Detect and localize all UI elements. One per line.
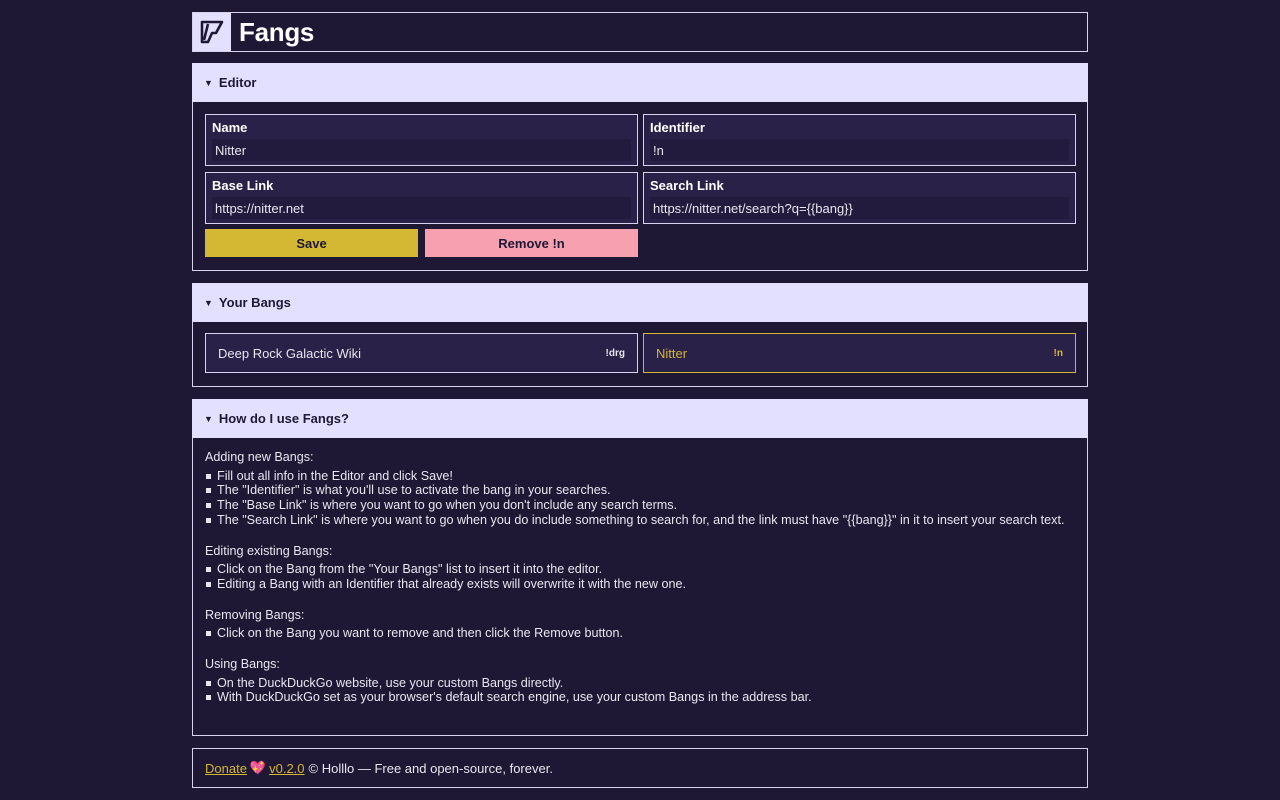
search-link-input[interactable]	[650, 197, 1069, 219]
editor-panel: ▼ Editor Name Identifier Base Link Searc…	[192, 63, 1088, 271]
howto-body: Adding new Bangs: Fill out all info in t…	[192, 438, 1088, 736]
howto-section-adding: Adding new Bangs: Fill out all info in t…	[205, 450, 1075, 528]
bang-item-drg[interactable]: Deep Rock Galactic Wiki !drg	[205, 333, 638, 373]
list-item: Click on the Bang you want to remove and…	[205, 626, 1075, 641]
donate-link[interactable]: Donate	[205, 761, 247, 776]
bangs-toggle[interactable]: ▼ Your Bangs	[192, 283, 1088, 322]
identifier-field: Identifier	[643, 114, 1076, 166]
version-link[interactable]: v0.2.0	[269, 761, 304, 776]
list-item: The "Search Link" is where you want to g…	[205, 513, 1075, 528]
editor-heading: Editor	[218, 75, 257, 90]
howto-section-removing: Removing Bangs: Click on the Bang you wa…	[205, 608, 1075, 641]
howto-heading: How do I use Fangs?	[218, 411, 349, 426]
section-title: Removing Bangs:	[205, 607, 305, 622]
search-link-field: Search Link	[643, 172, 1076, 224]
bang-name: Deep Rock Galactic Wiki	[218, 345, 362, 361]
list-item: On the DuckDuckGo website, use your cust…	[205, 676, 1075, 691]
caret-down-icon: ▼	[204, 413, 213, 424]
base-link-label: Base Link	[212, 178, 274, 193]
base-link-field: Base Link	[205, 172, 638, 224]
identifier-input[interactable]	[650, 139, 1069, 161]
caret-down-icon: ▼	[204, 297, 213, 308]
app-footer: Donate 💖 v0.2.0 © Holllo — Free and open…	[192, 748, 1088, 788]
bangs-body: Deep Rock Galactic Wiki !drg Nitter !n	[192, 322, 1088, 387]
section-title: Editing existing Bangs:	[205, 543, 333, 558]
name-field: Name	[205, 114, 638, 166]
bang-identifier: !n	[1053, 347, 1063, 359]
howto-panel: ▼ How do I use Fangs? Adding new Bangs: …	[192, 399, 1088, 736]
list-item: The "Identifier" is what you'll use to a…	[205, 483, 1075, 498]
list-item: Fill out all info in the Editor and clic…	[205, 469, 1075, 484]
list-item: Editing a Bang with an Identifier that a…	[205, 577, 1075, 592]
footer-text: © Holllo — Free and open-source, forever…	[308, 760, 553, 776]
bangs-heading: Your Bangs	[218, 295, 291, 310]
editor-body: Name Identifier Base Link Search Link Sa…	[192, 102, 1088, 271]
bang-identifier: !drg	[605, 347, 625, 359]
bang-item-nitter-selected[interactable]: Nitter !n	[643, 333, 1076, 373]
section-title: Adding new Bangs:	[205, 450, 314, 464]
app-header: Fangs	[192, 12, 1088, 52]
editor-toggle[interactable]: ▼ Editor	[192, 63, 1088, 102]
bang-name: Nitter	[656, 345, 688, 361]
remove-button[interactable]: Remove !n	[425, 229, 638, 257]
list-item: Click on the Bang from the "Your Bangs" …	[205, 562, 1075, 577]
section-title: Using Bangs:	[205, 657, 280, 672]
list-item: The "Base Link" is where you want to go …	[205, 498, 1075, 513]
name-label: Name	[212, 120, 248, 135]
app-title: Fangs	[239, 16, 315, 47]
list-item: With DuckDuckGo set as your browser's de…	[205, 690, 1075, 705]
base-link-input[interactable]	[212, 197, 631, 219]
howto-section-editing: Editing existing Bangs: Click on the Ban…	[205, 544, 1075, 592]
howto-toggle[interactable]: ▼ How do I use Fangs?	[192, 399, 1088, 438]
save-button[interactable]: Save	[205, 229, 418, 257]
search-link-label: Search Link	[650, 178, 724, 193]
fangs-logo-icon	[193, 13, 231, 51]
identifier-label: Identifier	[650, 120, 705, 135]
howto-section-using: Using Bangs: On the DuckDuckGo website, …	[205, 657, 1075, 705]
caret-down-icon: ▼	[204, 77, 213, 88]
name-input[interactable]	[212, 139, 631, 161]
heart-icon: 💖	[249, 760, 267, 775]
bangs-panel: ▼ Your Bangs Deep Rock Galactic Wiki !dr…	[192, 283, 1088, 387]
